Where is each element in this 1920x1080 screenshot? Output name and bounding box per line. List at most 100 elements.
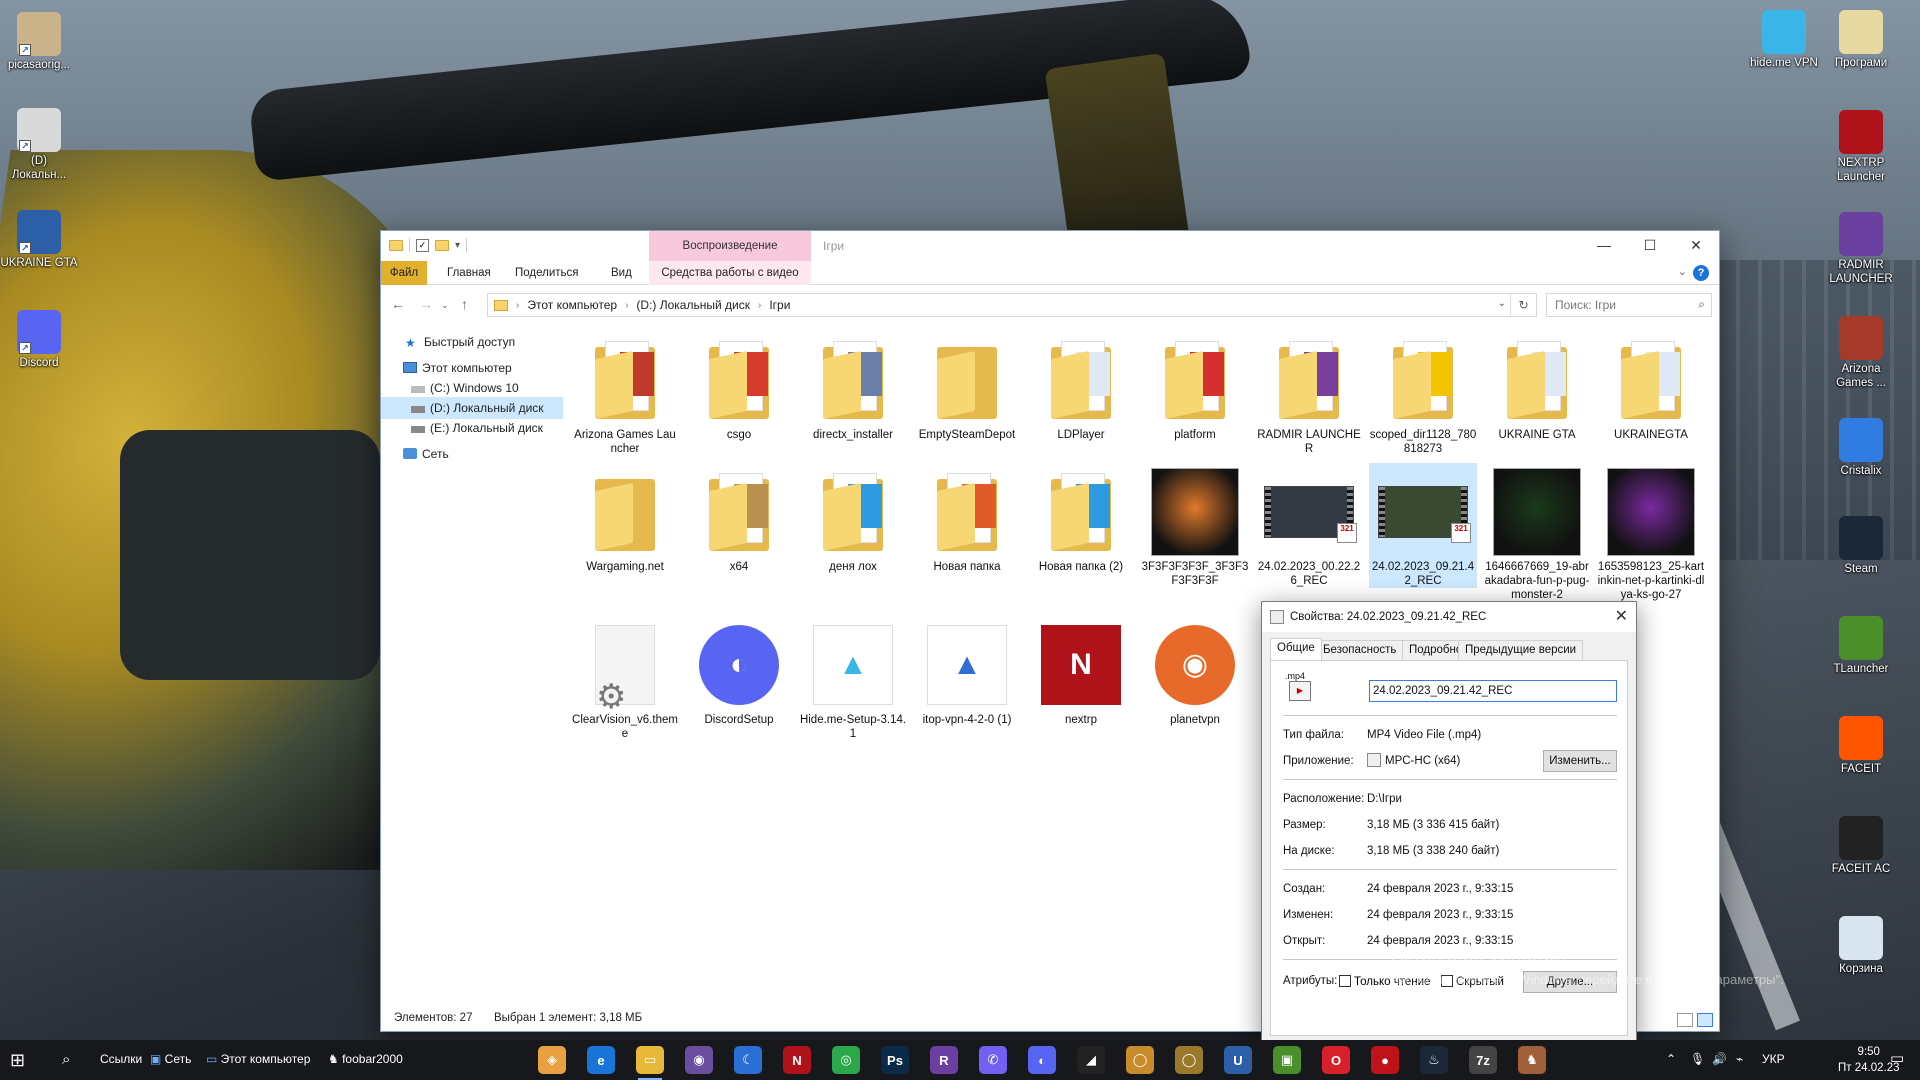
- taskbar-app-icon[interactable]: ◉: [685, 1046, 713, 1074]
- toolbar-foobar[interactable]: ♞ foobar2000: [328, 1052, 403, 1066]
- taskbar-app-icon[interactable]: ◈: [538, 1046, 566, 1074]
- details-view-icon[interactable]: [1677, 1013, 1693, 1027]
- ribbon-expand-icon[interactable]: ⌄: [1678, 265, 1687, 278]
- windows-start-icon[interactable]: ⊞: [10, 1050, 25, 1071]
- tray-expand-icon[interactable]: ⌃: [1666, 1052, 1676, 1066]
- desktop-icon[interactable]: ↗ picasaorig...: [0, 12, 78, 72]
- breadcrumb-this-pc[interactable]: Этот компьютер: [527, 298, 617, 312]
- file-item[interactable]: x64: [685, 463, 793, 574]
- taskbar-app-icon[interactable]: ◯: [1175, 1046, 1203, 1074]
- tab-general[interactable]: Общие: [1270, 638, 1322, 660]
- desktop-icon[interactable]: hide.me VPN: [1745, 10, 1823, 70]
- desktop-icon[interactable]: Steam: [1822, 516, 1900, 576]
- maximize-button[interactable]: ☐: [1627, 231, 1673, 261]
- up-icon[interactable]: ↑: [461, 296, 468, 312]
- taskbar-app-icon[interactable]: ♨: [1420, 1046, 1448, 1074]
- back-icon[interactable]: ←: [391, 296, 405, 312]
- taskbar-app-icon[interactable]: e: [587, 1046, 615, 1074]
- taskbar-app-icon[interactable]: ●: [1371, 1046, 1399, 1074]
- file-item[interactable]: scoped_dir1128_780818273: [1369, 331, 1477, 456]
- file-item[interactable]: directx_installer: [799, 331, 907, 442]
- nav-this-pc[interactable]: Этот компьютер: [381, 357, 563, 379]
- taskbar-app-icon[interactable]: ▭: [636, 1046, 664, 1080]
- file-item[interactable]: platform: [1141, 331, 1249, 442]
- filename-input[interactable]: 24.02.2023_09.21.42_REC: [1369, 680, 1617, 702]
- search-input[interactable]: Поиск: Ігри ⌕: [1546, 293, 1712, 317]
- breadcrumb-d-drive[interactable]: (D:) Локальный диск: [636, 298, 750, 312]
- desktop-icon[interactable]: TLauncher: [1822, 616, 1900, 676]
- desktop-icon[interactable]: Cristalix: [1822, 418, 1900, 478]
- tab-view[interactable]: Вид: [601, 261, 642, 285]
- file-item[interactable]: 321 24.02.2023_00.22.26_REC: [1255, 463, 1363, 588]
- tab-file[interactable]: Файл: [381, 261, 427, 285]
- nav-network[interactable]: Сеть: [381, 443, 563, 465]
- nav-c-drive[interactable]: (C:) Windows 10: [381, 377, 563, 399]
- recent-locations-icon[interactable]: ⌄: [441, 300, 449, 311]
- chevron-right-icon[interactable]: ›: [758, 300, 761, 311]
- nav-quick-access[interactable]: ★ Быстрый доступ: [381, 331, 563, 353]
- taskbar-app-icon[interactable]: ♞: [1518, 1046, 1546, 1074]
- minimize-button[interactable]: —: [1581, 231, 1627, 261]
- file-item[interactable]: ▲ itop-vpn-4-2-0 (1): [913, 616, 1021, 727]
- file-item[interactable]: 321 24.02.2023_09.21.42_REC: [1369, 463, 1477, 588]
- file-item[interactable]: csgo: [685, 331, 793, 442]
- notifications-icon[interactable]: ▭: [1890, 1049, 1904, 1067]
- nav-d-drive[interactable]: (D:) Локальный диск: [381, 397, 563, 419]
- taskbar-app-icon[interactable]: ▣: [1273, 1046, 1301, 1074]
- tab-video-tools[interactable]: Средства работы с видео: [649, 261, 811, 285]
- file-item[interactable]: 1653598123_25-kartinkin-net-p-kartinki-d…: [1597, 463, 1705, 602]
- tab-previous-versions[interactable]: Предыдущие версии: [1458, 640, 1584, 660]
- volume-icon[interactable]: 🔊: [1712, 1052, 1727, 1066]
- microphone-icon[interactable]: 🎙: [1690, 1052, 1705, 1066]
- new-folder-icon[interactable]: [435, 239, 449, 251]
- desktop-icon[interactable]: Arizona Games ...: [1822, 316, 1900, 390]
- file-item[interactable]: LDPlayer: [1027, 331, 1135, 442]
- taskbar-app-icon[interactable]: ◢: [1077, 1046, 1105, 1074]
- toolbar-network[interactable]: ▣ Сеть: [150, 1052, 191, 1066]
- file-item[interactable]: ⚙ ClearVision_v6.theme: [571, 616, 679, 741]
- desktop-icon[interactable]: Корзина: [1822, 916, 1900, 976]
- taskbar-app-icon[interactable]: U: [1224, 1046, 1252, 1074]
- file-item[interactable]: Новая папка (2): [1027, 463, 1135, 574]
- file-item[interactable]: 3F3F3F3F3F_3F3F3F3F3F3F: [1141, 463, 1249, 588]
- help-icon[interactable]: ?: [1693, 265, 1709, 281]
- desktop-icon[interactable]: Програми: [1822, 10, 1900, 70]
- file-item[interactable]: деня лох: [799, 463, 907, 574]
- file-item[interactable]: Arizona Games Launcher: [571, 331, 679, 456]
- checkbox-box[interactable]: [1339, 975, 1351, 987]
- close-icon[interactable]: ✕: [1615, 606, 1628, 626]
- taskbar-app-icon[interactable]: ◎: [832, 1046, 860, 1074]
- address-dropdown-icon[interactable]: ⌄: [1498, 298, 1506, 309]
- taskbar-app-icon[interactable]: R: [930, 1046, 958, 1074]
- desktop-icon[interactable]: ↗ (D) Локальн...: [0, 108, 78, 182]
- search-icon[interactable]: ⌕: [62, 1051, 70, 1068]
- taskbar-app-icon[interactable]: ☾: [734, 1046, 762, 1074]
- change-button[interactable]: Изменить...: [1543, 750, 1617, 772]
- taskbar-app-icon[interactable]: Ps: [881, 1046, 909, 1074]
- close-button[interactable]: ✕: [1673, 231, 1719, 261]
- language-indicator[interactable]: УКР: [1762, 1052, 1785, 1066]
- refresh-icon[interactable]: ↻: [1510, 294, 1536, 316]
- forward-icon[interactable]: →: [419, 296, 433, 312]
- toolbar-this-pc[interactable]: ▭ Этот компьютер: [206, 1052, 310, 1066]
- file-item[interactable]: 1646667669_19-abrakadabra-fun-p-pug-mons…: [1483, 463, 1591, 602]
- file-item[interactable]: ◐ DiscordSetup: [685, 616, 793, 727]
- desktop-icon[interactable]: ↗ UKRAINE GTA: [0, 210, 78, 270]
- file-item[interactable]: UKRAINE GTA: [1483, 331, 1591, 442]
- tab-home[interactable]: Главная: [437, 261, 501, 285]
- taskbar-app-icon[interactable]: N: [783, 1046, 811, 1074]
- properties-icon[interactable]: ✓: [416, 238, 429, 252]
- file-item[interactable]: RADMIR LAUNCHER: [1255, 331, 1363, 456]
- tab-security[interactable]: Безопасность: [1316, 640, 1404, 660]
- file-item[interactable]: Wargaming.net: [571, 463, 679, 574]
- taskbar-app-icon[interactable]: 7z: [1469, 1046, 1497, 1074]
- file-item[interactable]: ◉ planetvpn: [1141, 616, 1249, 727]
- tab-share[interactable]: Поделиться: [505, 261, 589, 285]
- file-item[interactable]: Новая папка: [913, 463, 1021, 574]
- desktop-icon[interactable]: FACEIT: [1822, 716, 1900, 776]
- taskbar-app-icon[interactable]: O: [1322, 1046, 1350, 1074]
- toolbar-links[interactable]: Ссылки: [100, 1052, 142, 1066]
- taskbar-app-icon[interactable]: ✆: [979, 1046, 1007, 1074]
- nav-e-drive[interactable]: (E:) Локальный диск: [381, 417, 563, 439]
- file-item[interactable]: ▲ Hide.me-Setup-3.14.1: [799, 616, 907, 741]
